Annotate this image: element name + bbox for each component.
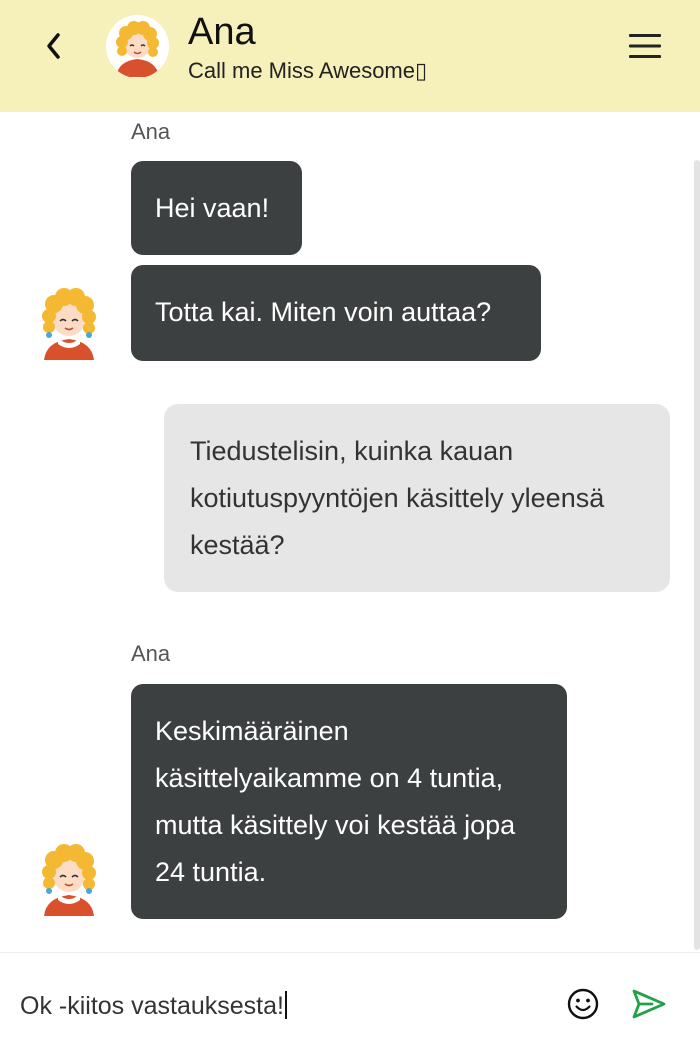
hamburger-menu-icon <box>629 34 661 58</box>
send-icon <box>632 989 666 1019</box>
scrollbar[interactable] <box>694 160 700 950</box>
back-button[interactable] <box>36 28 72 64</box>
user-message: Tiedustelisin, kuinka kauan kotiutuspyyn… <box>164 404 670 592</box>
contact-name: Ana <box>188 11 256 53</box>
menu-button[interactable] <box>626 28 664 64</box>
text-cursor <box>284 991 287 1019</box>
avatar-face-icon <box>42 844 96 916</box>
avatar <box>36 282 102 362</box>
message-sender: Ana <box>131 641 171 666</box>
emoji-button[interactable] <box>565 986 601 1022</box>
avatar <box>36 838 102 918</box>
bot-message: Keskimääräinen käsittelyaikamme on 4 tun… <box>131 684 567 919</box>
avatar <box>106 15 169 78</box>
message-input[interactable]: Ok -kiitos vastauksesta! <box>20 991 287 1021</box>
bot-message: Totta kai. Miten voin auttaa? <box>131 265 541 361</box>
avatar-face-icon <box>42 288 96 360</box>
chat-header: Ana Call me Miss Awesome▯ <box>0 0 700 112</box>
avatar-face-icon <box>106 15 169 78</box>
message-input-value: Ok -kiitos vastauksesta! <box>20 992 284 1020</box>
chevron-left-icon <box>47 33 60 59</box>
send-button[interactable] <box>630 986 668 1022</box>
contact-status: Call me Miss Awesome▯ <box>188 58 428 83</box>
smiley-icon <box>567 988 599 1020</box>
bot-message: Hei vaan! <box>131 161 302 255</box>
message-sender: Ana <box>131 119 171 144</box>
